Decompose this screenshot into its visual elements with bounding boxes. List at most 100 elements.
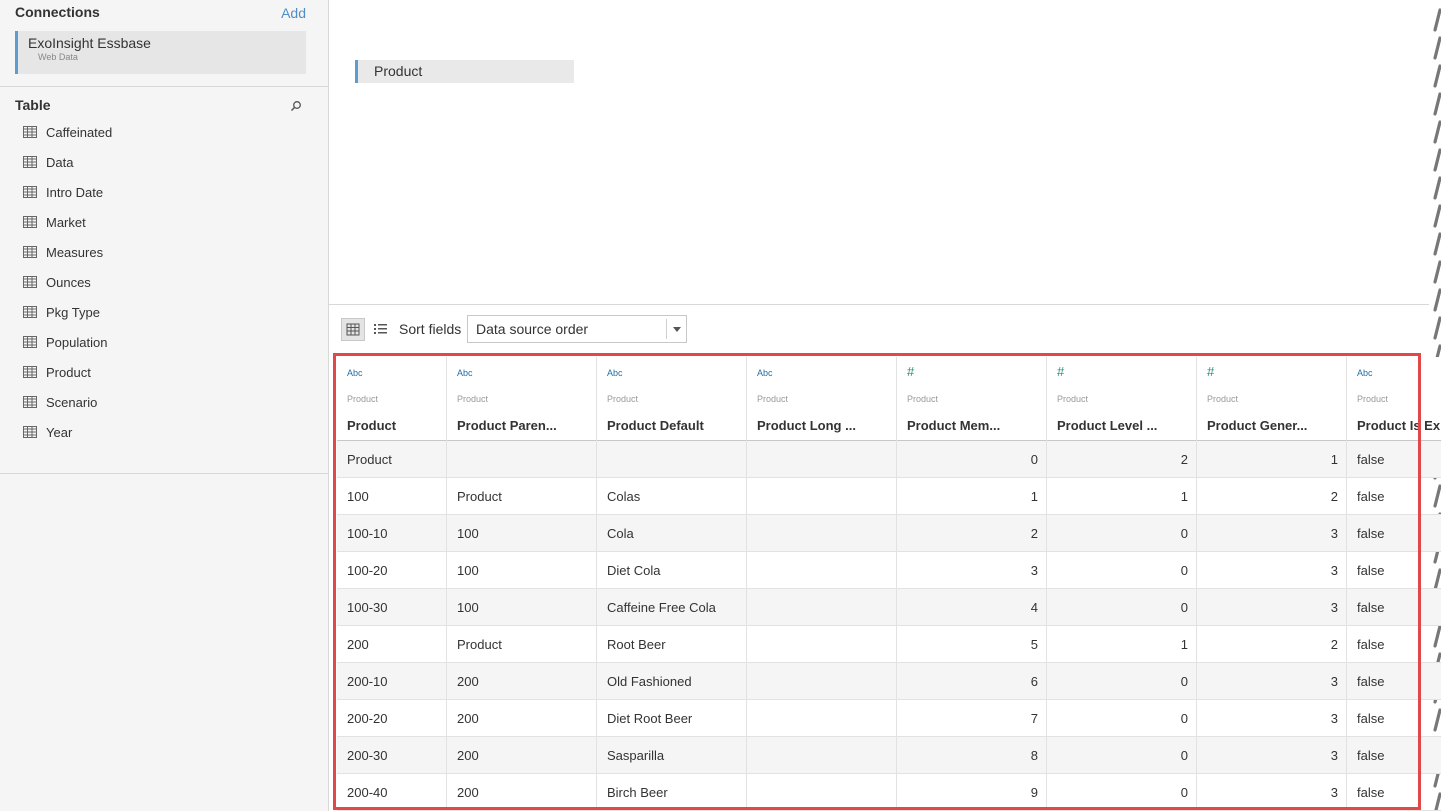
table-row: 100-10 100 Cola 2 0 3 false bbox=[337, 515, 1441, 552]
column-header[interactable]: # Product Product Mem... bbox=[897, 357, 1047, 441]
number-type-icon[interactable]: # bbox=[907, 364, 914, 379]
table-row: 200-40 200 Birch Beer 9 0 3 false bbox=[337, 774, 1441, 811]
string-type-icon[interactable]: Abc bbox=[457, 368, 473, 378]
table-item-ounces[interactable]: Ounces bbox=[0, 268, 328, 298]
table-cell: Product bbox=[337, 441, 447, 478]
table-item-data[interactable]: Data bbox=[0, 148, 328, 178]
search-icon[interactable] bbox=[290, 100, 302, 112]
data-source-pane: Connections Add ExoInsight Essbase Web D… bbox=[0, 0, 329, 811]
number-type-icon[interactable]: # bbox=[1207, 364, 1214, 379]
table-row: 200-20 200 Diet Root Beer 7 0 3 false bbox=[337, 700, 1441, 737]
column-header[interactable]: Abc Product Product bbox=[337, 357, 447, 441]
table-cell: 9 bbox=[897, 774, 1047, 811]
table-item-scenario[interactable]: Scenario bbox=[0, 388, 328, 418]
column-header[interactable]: Abc Product Product Paren... bbox=[447, 357, 597, 441]
grid-view-button[interactable] bbox=[341, 318, 365, 341]
column-name: Product Is Exp bbox=[1357, 418, 1441, 433]
table-cell: false bbox=[1347, 515, 1441, 552]
table-item-caffeinated[interactable]: Caffeinated bbox=[0, 118, 328, 148]
table-icon bbox=[23, 216, 37, 228]
table-cell bbox=[747, 589, 897, 626]
table-cell: 2 bbox=[1197, 626, 1347, 663]
table-cell bbox=[747, 737, 897, 774]
table-cell: 200 bbox=[447, 774, 597, 811]
connection-item[interactable]: ExoInsight Essbase Web Data bbox=[15, 31, 306, 74]
table-cell: 8 bbox=[897, 737, 1047, 774]
table-cell bbox=[447, 441, 597, 478]
table-item-year[interactable]: Year bbox=[0, 418, 328, 448]
table-section-title: Table bbox=[15, 97, 51, 113]
table-item-population[interactable]: Population bbox=[0, 328, 328, 358]
column-header[interactable]: Abc Product Product Default bbox=[597, 357, 747, 441]
table-cell: 3 bbox=[1197, 552, 1347, 589]
table-icon bbox=[23, 246, 37, 258]
table-cell: Birch Beer bbox=[597, 774, 747, 811]
table-icon bbox=[23, 126, 37, 138]
table-cell: Old Fashioned bbox=[597, 663, 747, 700]
column-header[interactable]: # Product Product Gener... bbox=[1197, 357, 1347, 441]
table-cell: 0 bbox=[1047, 552, 1197, 589]
table-item-market[interactable]: Market bbox=[0, 208, 328, 238]
table-cell: 200-40 bbox=[337, 774, 447, 811]
table-cell: Product bbox=[447, 478, 597, 515]
table-cell: false bbox=[1347, 478, 1441, 515]
table-icon bbox=[23, 156, 37, 168]
table-cell: 2 bbox=[1047, 441, 1197, 478]
column-source: Product bbox=[457, 394, 489, 404]
list-view-icon bbox=[374, 324, 387, 334]
table-cell: 200 bbox=[337, 626, 447, 663]
table-cell: Product bbox=[447, 626, 597, 663]
column-header[interactable]: Abc Product Product Is Exp bbox=[1347, 357, 1441, 441]
table-cell: 100-20 bbox=[337, 552, 447, 589]
divider bbox=[0, 86, 328, 87]
table-cell: 2 bbox=[1197, 478, 1347, 515]
table-cell: false bbox=[1347, 441, 1441, 478]
table-item-intro-date[interactable]: Intro Date bbox=[0, 178, 328, 208]
add-connection-link[interactable]: Add bbox=[281, 5, 306, 21]
table-cell: Diet Cola bbox=[597, 552, 747, 589]
table-row: 200-30 200 Sasparilla 8 0 3 false bbox=[337, 737, 1441, 774]
table-cell: false bbox=[1347, 663, 1441, 700]
list-view-button[interactable] bbox=[371, 318, 391, 341]
string-type-icon[interactable]: Abc bbox=[757, 368, 773, 378]
table-item-label: Population bbox=[46, 335, 108, 350]
table-icon bbox=[23, 336, 37, 348]
table-cell: 0 bbox=[1047, 700, 1197, 737]
column-name: Product Default bbox=[607, 418, 704, 433]
string-type-icon[interactable]: Abc bbox=[347, 368, 363, 378]
table-item-product[interactable]: Product bbox=[0, 358, 328, 388]
table-item-pkg-type[interactable]: Pkg Type bbox=[0, 298, 328, 328]
string-type-icon[interactable]: Abc bbox=[1357, 368, 1373, 378]
table-cell: 200 bbox=[447, 737, 597, 774]
table-item-label: Data bbox=[46, 155, 74, 170]
column-header[interactable]: Abc Product Product Long ... bbox=[747, 357, 897, 441]
canvas-table-product[interactable]: Product bbox=[355, 60, 574, 83]
column-name: Product Paren... bbox=[457, 418, 557, 433]
table-cell bbox=[747, 552, 897, 589]
table-cell bbox=[747, 478, 897, 515]
table-cell: 3 bbox=[1197, 774, 1347, 811]
column-header[interactable]: # Product Product Level ... bbox=[1047, 357, 1197, 441]
table-cell: 0 bbox=[1047, 737, 1197, 774]
table-cell bbox=[747, 626, 897, 663]
table-cell: 100 bbox=[447, 589, 597, 626]
table-cell: 100-30 bbox=[337, 589, 447, 626]
table-item-measures[interactable]: Measures bbox=[0, 238, 328, 268]
table-cell bbox=[747, 441, 897, 478]
string-type-icon[interactable]: Abc bbox=[607, 368, 623, 378]
table-cell: 1 bbox=[1197, 441, 1347, 478]
table-cell: 4 bbox=[897, 589, 1047, 626]
number-type-icon[interactable]: # bbox=[1057, 364, 1064, 379]
table-cell: 200-30 bbox=[337, 737, 447, 774]
connections-title: Connections bbox=[15, 4, 100, 20]
table-cell: 3 bbox=[1197, 700, 1347, 737]
table-icon bbox=[23, 276, 37, 288]
table-cell: false bbox=[1347, 626, 1441, 663]
column-source: Product bbox=[1057, 394, 1089, 404]
table-cell: Sasparilla bbox=[597, 737, 747, 774]
table-cell: 0 bbox=[1047, 589, 1197, 626]
column-source: Product bbox=[757, 394, 789, 404]
table-item-label: Ounces bbox=[46, 275, 91, 290]
sort-fields-dropdown[interactable]: Data source order bbox=[467, 315, 687, 343]
table-cell: 0 bbox=[1047, 515, 1197, 552]
